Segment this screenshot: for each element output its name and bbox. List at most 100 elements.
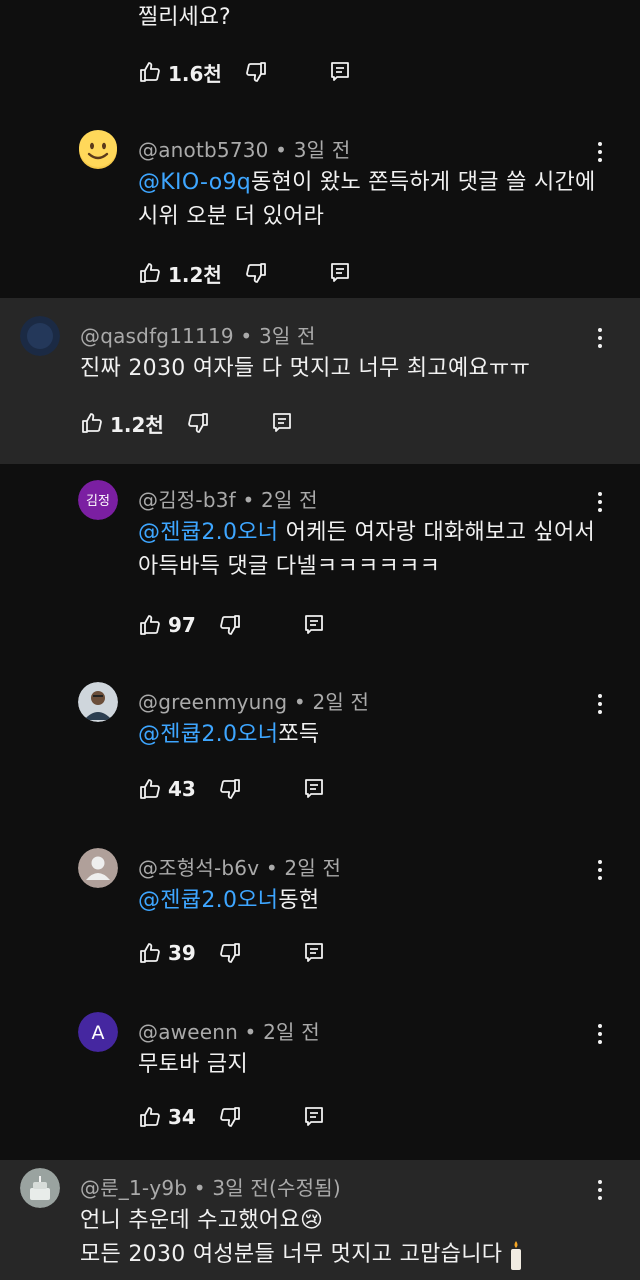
- reply-button[interactable]: [270, 411, 294, 435]
- thumbs-up-icon: [138, 941, 162, 965]
- comment-actions: 43: [138, 774, 326, 804]
- more-options-button[interactable]: [590, 326, 610, 350]
- dislike-button[interactable]: [218, 613, 242, 637]
- default-person-icon: [78, 848, 118, 888]
- like-button[interactable]: 1.2천: [138, 259, 222, 288]
- comment-meta: @김정-b3f • 2일 전: [138, 488, 318, 512]
- timestamp: 3일 전: [258, 324, 316, 348]
- dislike-button[interactable]: [218, 777, 242, 801]
- comment-actions: 1.2천: [138, 258, 352, 288]
- thumbs-down-icon: [244, 261, 268, 285]
- comment-meta: @조형석-b6v • 2일 전: [138, 856, 342, 880]
- mention-link[interactable]: @젠큡2.0오너: [138, 888, 278, 913]
- author-handle[interactable]: @조형석-b6v: [138, 856, 259, 880]
- reply-icon: [302, 777, 326, 801]
- avatar[interactable]: 김정: [78, 480, 118, 520]
- comment-body: 무토바 금지: [138, 1052, 248, 1077]
- reply-button[interactable]: [302, 613, 326, 637]
- thumbs-up-icon: [138, 777, 162, 801]
- thumbs-up-icon: [138, 613, 162, 637]
- comment-line: 언니 추운데 수고했어요😢: [80, 1208, 324, 1233]
- dislike-button[interactable]: [218, 941, 242, 965]
- profile-photo-icon: [20, 316, 60, 356]
- like-button[interactable]: 34: [138, 1105, 196, 1129]
- reply-icon: [302, 1105, 326, 1129]
- timestamp: 3일 전: [293, 138, 351, 162]
- mention-link[interactable]: @젠큡2.0오너: [138, 722, 278, 747]
- candle-emoji-icon: [508, 1240, 524, 1270]
- reply-button[interactable]: [302, 941, 326, 965]
- avatar[interactable]: [78, 848, 118, 888]
- like-button[interactable]: 1.6천: [138, 58, 222, 87]
- avatar-initial: A: [92, 1022, 105, 1044]
- avatar[interactable]: [78, 130, 118, 170]
- avatar[interactable]: A: [78, 1012, 118, 1052]
- timestamp: 2일 전: [284, 856, 342, 880]
- thumbs-down-icon: [218, 613, 242, 637]
- thumbs-up-icon: [138, 1105, 162, 1129]
- like-button[interactable]: 39: [138, 941, 196, 965]
- timestamp: 2일 전: [312, 690, 370, 714]
- comment-item: @greenmyung • 2일 전 @젠큡2.0오너쪼득 43: [0, 674, 640, 824]
- comment-line-row: 모든 2030 여성분들 너무 멋지고 고맙습니다: [80, 1238, 600, 1272]
- comment-item: @룬_1-y9b • 3일 전(수정됨) 언니 추운데 수고했어요😢 모든 20…: [0, 1160, 640, 1280]
- thumbs-up-icon: [138, 261, 162, 285]
- more-options-button[interactable]: [590, 140, 610, 164]
- thumbs-up-icon: [80, 411, 104, 435]
- reply-button[interactable]: [302, 777, 326, 801]
- more-options-button[interactable]: [590, 692, 610, 716]
- comment-text: @젠큡2.0오너 어케든 여자랑 대화해보고 싶어서 아득바득 댓글 다넬ㅋㅋㅋ…: [138, 516, 600, 584]
- comment-meta: @룬_1-y9b • 3일 전(수정됨): [80, 1176, 341, 1200]
- comment-body: 쪼득: [278, 722, 320, 747]
- like-button[interactable]: 43: [138, 777, 196, 801]
- comment-item: A @aweenn • 2일 전 무토바 금지 34: [0, 1002, 640, 1152]
- comment-meta: @aweenn • 2일 전: [138, 1020, 320, 1044]
- author-handle[interactable]: @룬_1-y9b: [80, 1176, 187, 1200]
- comment-text: @젠큡2.0오너동현: [138, 884, 600, 918]
- comment-actions: 39: [138, 938, 326, 968]
- comment-item: @anotb5730 • 3일 전 @KIO-o9q동현이 왔노 쫀득하게 댓글…: [0, 122, 640, 298]
- comment-text: 무토바 금지: [138, 1048, 600, 1082]
- person-photo-icon: [78, 682, 118, 722]
- comment-actions: 34: [138, 1102, 326, 1132]
- dislike-button[interactable]: [244, 261, 268, 285]
- comment-body: 동현: [278, 888, 320, 913]
- reply-button[interactable]: [328, 60, 352, 84]
- avatar[interactable]: [20, 1168, 60, 1208]
- like-button[interactable]: 97: [138, 613, 196, 637]
- like-button[interactable]: 1.2천: [80, 409, 164, 438]
- reply-button[interactable]: [302, 1105, 326, 1129]
- more-options-button[interactable]: [590, 490, 610, 514]
- like-count: 34: [168, 1105, 196, 1129]
- like-count: 43: [168, 777, 196, 801]
- thumbs-down-icon: [218, 1105, 242, 1129]
- author-handle[interactable]: @qasdfg11119: [80, 324, 234, 348]
- comment-body: 진짜 2030 여자들 다 멋지고 너무 최고예요ㅠㅠ: [80, 356, 531, 381]
- author-handle[interactable]: @aweenn: [138, 1020, 238, 1044]
- dislike-button[interactable]: [218, 1105, 242, 1129]
- avatar[interactable]: [78, 682, 118, 722]
- author-handle[interactable]: @anotb5730: [138, 138, 269, 162]
- author-handle[interactable]: @김정-b3f: [138, 488, 236, 512]
- avatar[interactable]: [20, 316, 60, 356]
- mention-link[interactable]: @KIO-o9q: [138, 170, 251, 195]
- reply-button[interactable]: [328, 261, 352, 285]
- like-count: 97: [168, 613, 196, 637]
- more-options-button[interactable]: [590, 1022, 610, 1046]
- initials-avatar-icon: 김정: [78, 480, 118, 520]
- comment-text: @KIO-o9q동현이 왔노 쫀득하게 댓글 쓸 시간에 시위 오분 더 있어라: [138, 166, 600, 234]
- thumbs-up-icon: [138, 60, 162, 84]
- more-options-button[interactable]: [590, 858, 610, 882]
- dislike-button[interactable]: [244, 60, 268, 84]
- author-handle[interactable]: @greenmyung: [138, 690, 287, 714]
- like-count: 39: [168, 941, 196, 965]
- more-options-button[interactable]: [590, 1178, 610, 1202]
- avatar-initials: 김정: [86, 494, 110, 509]
- comment-actions: 1.2천: [80, 408, 294, 438]
- comment-actions: 97: [138, 610, 326, 640]
- comment-text: @젠큡2.0오너쪼득: [138, 718, 600, 752]
- mention-link[interactable]: @젠큡2.0오너: [138, 520, 278, 545]
- like-count: 1.2천: [110, 412, 164, 437]
- reply-icon: [328, 261, 352, 285]
- dislike-button[interactable]: [186, 411, 210, 435]
